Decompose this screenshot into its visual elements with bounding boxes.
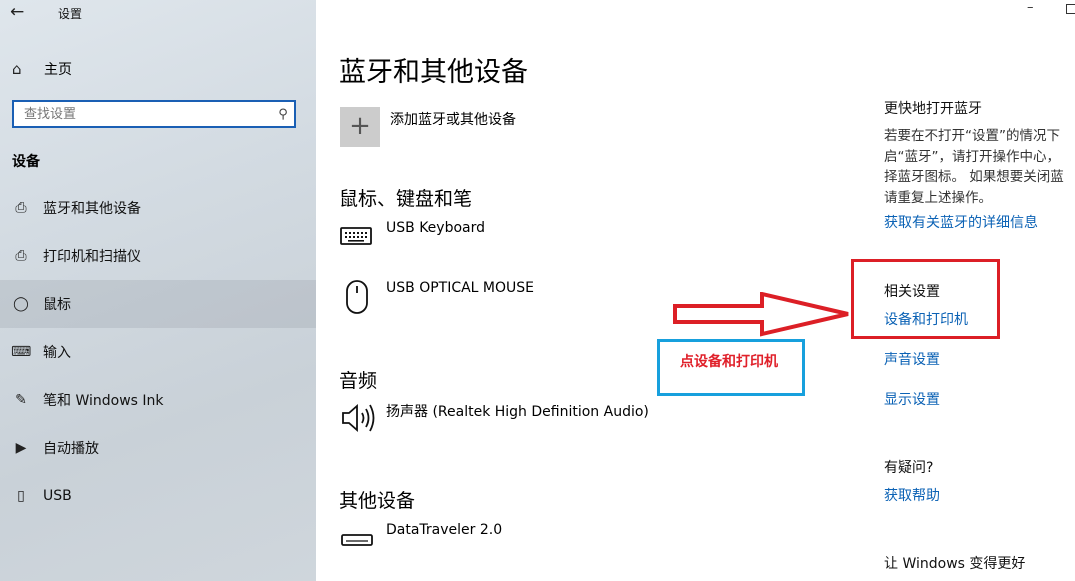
sidebar-item-printers[interactable]: ⎙ 打印机和扫描仪 xyxy=(0,232,316,280)
category-title: 音频 xyxy=(339,370,378,392)
highlight-box xyxy=(851,259,1000,339)
app-title: 设置 xyxy=(58,7,83,21)
quick-bluetooth-title: 更快地打开蓝牙 xyxy=(884,101,982,117)
sidebar-item-label: 输入 xyxy=(43,345,71,361)
sidebar-item-label: 打印机和扫描仪 xyxy=(43,249,141,265)
annotation-arrow xyxy=(673,292,849,337)
usb-icon: ▯ xyxy=(17,488,25,504)
get-help-link[interactable]: 获取帮助 xyxy=(884,485,940,505)
printer-icon: ⎙ xyxy=(15,248,27,264)
sidebar-item-typing[interactable]: ⌨ 输入 xyxy=(0,328,316,376)
description-line: 请重复上述操作。 xyxy=(884,189,992,206)
question-title: 有疑问? xyxy=(884,460,934,476)
bluetooth-devices-icon: ⎙ xyxy=(15,200,27,216)
add-device-label[interactable]: 添加蓝牙或其他设备 xyxy=(390,109,516,129)
mouse-icon: ◯ xyxy=(13,296,29,312)
home-icon: ⌂ xyxy=(12,60,22,78)
sidebar-item-label: USB xyxy=(43,488,72,504)
sound-settings-link[interactable]: 声音设置 xyxy=(884,349,940,369)
maximize-icon[interactable] xyxy=(1066,4,1075,14)
add-device-button[interactable]: + xyxy=(340,107,380,147)
keyboard-icon: ⌨ xyxy=(11,344,32,360)
search-input[interactable] xyxy=(14,103,272,125)
page-title: 蓝牙和其他设备 xyxy=(339,57,528,88)
keyboard-icon xyxy=(340,226,376,250)
bluetooth-info-link[interactable]: 获取有关蓝牙的详细信息 xyxy=(884,212,1038,232)
speaker-icon xyxy=(340,402,376,438)
sidebar-item-label: 鼠标 xyxy=(43,297,71,313)
display-settings-link[interactable]: 显示设置 xyxy=(884,389,940,409)
mouse-icon xyxy=(345,279,381,319)
quick-bluetooth-description: 若要在不打开“设置”的情况下 启“蓝牙”，请打开操作中心， 择蓝牙图标。 如果想… xyxy=(884,126,1075,208)
device-name[interactable]: DataTraveler 2.0 xyxy=(386,522,502,538)
category-title: 其他设备 xyxy=(339,490,416,512)
sidebar-item-usb[interactable]: ▯ USB xyxy=(0,472,316,520)
sidebar-item-autoplay[interactable]: ▶ 自动播放 xyxy=(0,424,316,472)
minimize-icon[interactable]: – xyxy=(1027,0,1034,15)
sidebar-item-label: 笔和 Windows Ink xyxy=(43,393,164,409)
sidebar-item-label: 蓝牙和其他设备 xyxy=(43,201,141,217)
improve-windows-title: 让 Windows 变得更好 xyxy=(884,556,1026,572)
sidebar-item-bluetooth[interactable]: ⎙ 蓝牙和其他设备 xyxy=(0,184,316,232)
description-line: 择蓝牙图标。 如果想要关闭蓝 xyxy=(884,169,1064,185)
category-title: 鼠标、键盘和笔 xyxy=(339,188,473,210)
device-name[interactable]: USB OPTICAL MOUSE xyxy=(386,280,534,296)
sidebar-item-pen[interactable]: ✎ 笔和 Windows Ink xyxy=(0,376,316,424)
home-link[interactable]: ⌂ 主页 xyxy=(12,57,72,81)
autoplay-icon: ▶ xyxy=(15,440,27,456)
pen-icon: ✎ xyxy=(15,392,27,408)
device-name[interactable]: 扬声器 (Realtek High Definition Audio) xyxy=(386,401,649,421)
device-name[interactable]: USB Keyboard xyxy=(386,220,485,236)
section-title: 设备 xyxy=(12,154,40,170)
sidebar-item-label: 自动播放 xyxy=(43,441,99,457)
description-line: 启“蓝牙”，请打开操作中心， xyxy=(884,148,1060,165)
search-icon[interactable]: ⚲ xyxy=(272,107,294,122)
usb-drive-icon xyxy=(340,532,376,551)
description-line: 若要在不打开“设置”的情况下 xyxy=(884,128,1060,144)
annotation-label: 点设备和打印机 xyxy=(680,354,778,370)
search-box[interactable]: ⚲ xyxy=(12,100,296,128)
sidebar: ← 设置 ⌂ 主页 ⚲ 设备 ⎙ 蓝牙和其他设备 ⎙ 打印机和扫描仪 ◯ 鼠标 … xyxy=(0,0,316,581)
back-arrow-icon[interactable]: ← xyxy=(10,2,32,24)
sidebar-item-mouse[interactable]: ◯ 鼠标 xyxy=(0,280,316,328)
home-label: 主页 xyxy=(44,62,72,78)
